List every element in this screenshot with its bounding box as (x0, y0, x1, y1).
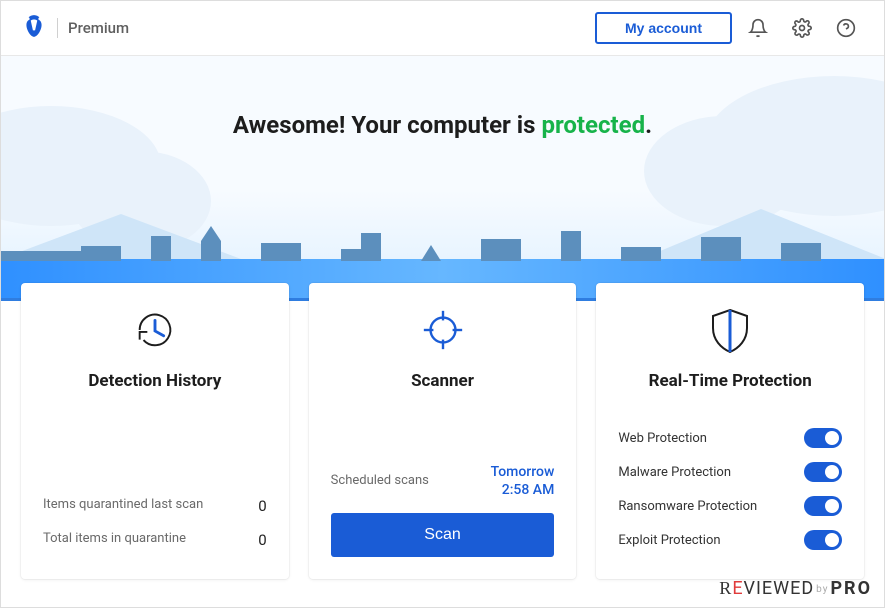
toggle-web-protection[interactable] (804, 428, 842, 448)
scan-button[interactable]: Scan (331, 513, 555, 557)
toggle-row-web-protection: Web Protection (618, 421, 842, 455)
scheduled-time: Tomorrow 2:58 AM (491, 463, 555, 499)
card-title: Detection History (43, 371, 267, 391)
toggle-exploit-protection[interactable] (804, 530, 842, 550)
malwarebytes-logo-icon (21, 13, 47, 43)
brand-divider (57, 18, 58, 38)
scheduled-day: Tomorrow (491, 463, 555, 481)
app-header: Premium My account (1, 1, 884, 56)
status-suffix: . (645, 111, 652, 139)
status-headline: Awesome! Your computer is protected. (1, 56, 884, 139)
toggle-row-exploit-protection: Exploit Protection (618, 523, 842, 557)
stat-value: 0 (258, 531, 266, 549)
card-title: Real-Time Protection (618, 371, 842, 391)
scanner-card[interactable]: Scanner Scheduled scans Tomorrow 2:58 AM… (309, 283, 577, 579)
stat-value: 0 (258, 497, 266, 515)
toggle-malware-protection[interactable] (804, 462, 842, 482)
crosshair-icon (331, 303, 555, 357)
status-emphasis: protected (541, 111, 645, 139)
hero-banner: Awesome! Your computer is protected. (1, 56, 884, 301)
scheduled-scans-row: Scheduled scans Tomorrow 2:58 AM (331, 463, 555, 499)
dashboard-cards: Detection History Items quarantined last… (1, 283, 884, 579)
realtime-protection-card[interactable]: Real-Time Protection Web Protection Malw… (596, 283, 864, 579)
toggle-row-ransomware-protection: Ransomware Protection (618, 489, 842, 523)
stat-row-quarantined-last-scan: Items quarantined last scan 0 (43, 489, 267, 523)
product-name: Premium (68, 19, 129, 37)
stat-label: Total items in quarantine (43, 531, 186, 549)
toggle-row-malware-protection: Malware Protection (618, 455, 842, 489)
history-clock-icon (43, 303, 267, 357)
shield-icon (618, 303, 842, 357)
toggle-label: Ransomware Protection (618, 499, 757, 514)
detection-history-card[interactable]: Detection History Items quarantined last… (21, 283, 289, 579)
watermark: REVIEWEDbyPRO (719, 578, 872, 599)
notifications-icon[interactable] (740, 10, 776, 46)
card-title: Scanner (331, 371, 555, 391)
skyline-decoration (1, 221, 884, 261)
stat-label: Items quarantined last scan (43, 497, 203, 515)
toggle-label: Web Protection (618, 431, 707, 446)
status-prefix: Awesome! Your computer is (233, 111, 542, 139)
toggle-label: Malware Protection (618, 465, 731, 480)
toggle-ransomware-protection[interactable] (804, 496, 842, 516)
brand: Premium (21, 13, 129, 43)
help-icon[interactable] (828, 10, 864, 46)
toggle-label: Exploit Protection (618, 533, 720, 548)
settings-gear-icon[interactable] (784, 10, 820, 46)
stat-row-total-quarantine: Total items in quarantine 0 (43, 523, 267, 557)
scheduled-hour: 2:58 AM (491, 481, 555, 499)
scheduled-label: Scheduled scans (331, 473, 429, 488)
my-account-button[interactable]: My account (595, 12, 732, 44)
